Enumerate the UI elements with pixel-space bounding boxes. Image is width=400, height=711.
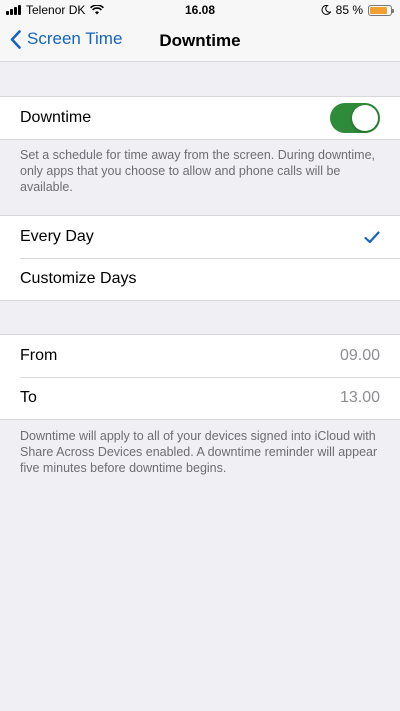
schedule-option-label: Customize Days xyxy=(20,270,137,287)
status-right: 85 % xyxy=(321,3,394,17)
times-group: From 09.00 To 13.00 xyxy=(0,334,400,420)
battery-percent: 85 % xyxy=(335,3,363,17)
downtime-row: Downtime xyxy=(0,97,400,139)
navigation-bar: Screen Time Downtime xyxy=(0,20,400,62)
toggle-knob xyxy=(352,105,378,131)
schedule-option-customize-days[interactable]: Customize Days xyxy=(0,258,400,300)
battery-icon xyxy=(368,4,394,16)
moon-icon xyxy=(321,5,331,15)
schedule-option-label: Every Day xyxy=(20,228,94,245)
downtime-label: Downtime xyxy=(20,109,92,126)
from-value: 09.00 xyxy=(339,347,380,364)
to-row[interactable]: To 13.00 xyxy=(0,377,400,419)
downtime-description: Set a schedule for time away from the sc… xyxy=(20,148,376,194)
page-title: Downtime xyxy=(159,31,241,50)
downtime-toggle[interactable] xyxy=(330,103,380,133)
downtime-toggle-group: Downtime xyxy=(0,96,400,140)
footer-note: Downtime will apply to all of your devic… xyxy=(20,429,378,475)
status-bar: Telenor DK 16.08 85 % xyxy=(0,0,400,20)
schedule-option-every-day[interactable]: Every Day xyxy=(0,216,400,258)
battery-fill xyxy=(370,6,387,14)
from-row[interactable]: From 09.00 xyxy=(0,335,400,377)
schedule-group: Every Day Customize Days xyxy=(0,215,400,301)
to-label: To xyxy=(20,389,37,406)
from-label: From xyxy=(20,347,58,364)
checkmark-icon xyxy=(364,230,380,243)
to-value: 13.00 xyxy=(339,389,380,406)
